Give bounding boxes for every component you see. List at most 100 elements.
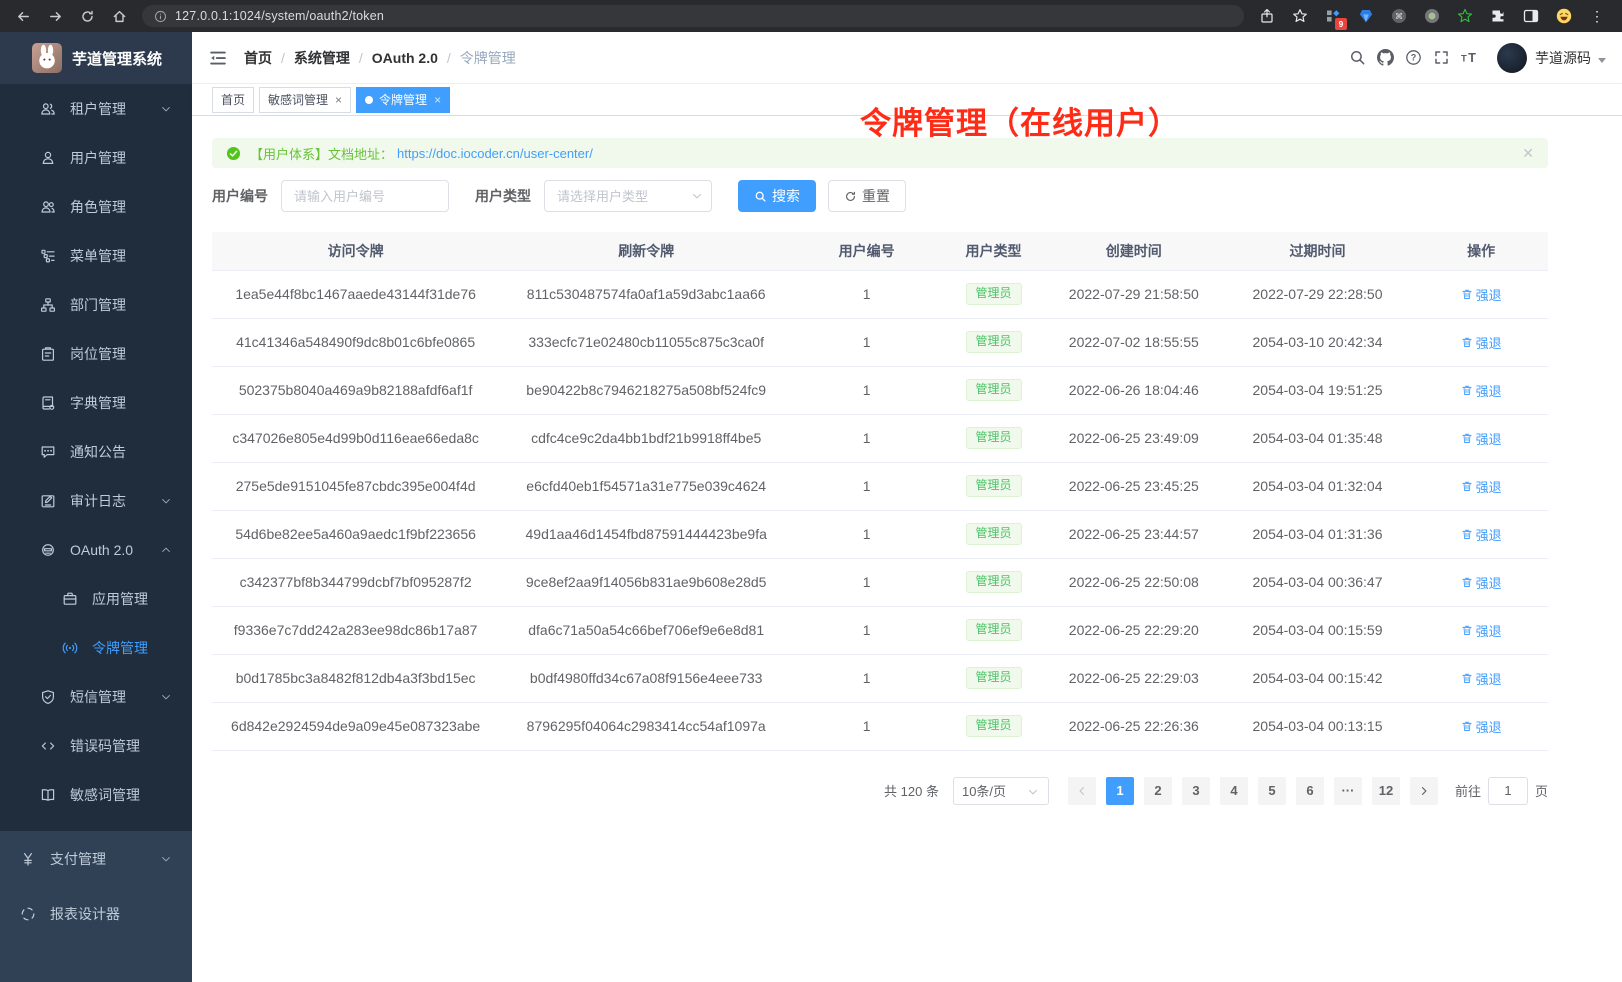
column-header: 访问令牌 (212, 232, 499, 270)
user-menu-caret-icon[interactable] (1598, 58, 1606, 63)
table-row: c342377bf8b344799dcbf7bf095287f29ce8ef2a… (212, 558, 1548, 606)
sidebar-item[interactable]: 敏感词管理 (0, 770, 192, 819)
force-logout-button[interactable]: 强退 (1461, 525, 1502, 544)
github-icon[interactable] (1371, 44, 1399, 72)
tab-item[interactable]: 首页 (212, 87, 254, 113)
extension-grid-icon[interactable]: 9 (1324, 7, 1342, 25)
sidebar-item-label: 应用管理 (92, 589, 148, 609)
table-row: 1ea5e44f8bc1467aaede43144f31de76811c5304… (212, 270, 1548, 318)
cell: c347026e805e4d99b0d116eae66eda8c (212, 414, 499, 462)
sidebar-item[interactable]: 应用管理 (0, 574, 192, 623)
breadcrumb-separator: / (281, 50, 285, 66)
breadcrumb-item[interactable]: OAuth 2.0 (372, 50, 438, 66)
reset-button[interactable]: 重置 (828, 180, 906, 212)
address-bar[interactable]: 127.0.0.1:1024/system/oauth2/token (142, 5, 1244, 27)
browser-menu-icon[interactable]: ⋮ (1588, 7, 1606, 25)
hamburger-icon[interactable] (208, 48, 228, 68)
sidebar-item[interactable]: 短信管理 (0, 672, 192, 721)
fullscreen-icon[interactable] (1427, 44, 1455, 72)
page-button[interactable]: 2 (1144, 777, 1172, 805)
force-logout-button[interactable]: 强退 (1461, 477, 1502, 496)
breadcrumb-item[interactable]: 首页 (244, 48, 272, 68)
cell-time: 2022-06-25 22:29:03 (1047, 654, 1221, 702)
cell-user-type: 管理员 (940, 414, 1047, 462)
sidebar-item[interactable]: OAuth 2.0 (0, 525, 192, 574)
tab-item[interactable]: 敏感词管理× (259, 87, 351, 113)
extensions-puzzle-icon[interactable] (1489, 7, 1507, 25)
cell-user-type: 管理员 (940, 510, 1047, 558)
alert-close-icon[interactable]: ✕ (1522, 145, 1534, 162)
force-logout-button[interactable]: 强退 (1461, 333, 1502, 352)
user-avatar[interactable] (1497, 43, 1527, 73)
sidebar-item-label: 报表设计器 (50, 904, 120, 924)
star-extension-icon[interactable] (1456, 7, 1474, 25)
page-size-select[interactable]: 10条/页 (953, 777, 1049, 805)
force-logout-button[interactable]: 强退 (1461, 573, 1502, 592)
sidebar-item[interactable]: 租户管理 (0, 84, 192, 133)
site-info-icon[interactable] (154, 10, 167, 23)
user-type-select[interactable] (544, 180, 712, 212)
page-button[interactable]: 5 (1258, 777, 1286, 805)
page-ellipsis[interactable]: ··· (1334, 777, 1362, 805)
force-logout-button[interactable]: 强退 (1461, 717, 1502, 736)
page-button[interactable]: 1 (1106, 777, 1134, 805)
force-logout-button[interactable]: 强退 (1461, 429, 1502, 448)
app-logo[interactable]: 芋道管理系统 (0, 32, 192, 84)
next-page-button[interactable] (1410, 777, 1438, 805)
sidebar-item[interactable]: 部门管理 (0, 280, 192, 329)
browser-home-icon[interactable] (106, 3, 132, 29)
record-extension-icon[interactable] (1423, 7, 1441, 25)
side-panel-icon[interactable] (1522, 7, 1540, 25)
tab-close-icon[interactable]: × (335, 94, 342, 106)
page-button[interactable]: 12 (1372, 777, 1400, 805)
force-logout-button[interactable]: 强退 (1461, 621, 1502, 640)
browser-back-icon[interactable] (10, 3, 36, 29)
tab-close-icon[interactable]: × (434, 94, 441, 106)
sidebar-item[interactable]: 错误码管理 (0, 721, 192, 770)
page-button[interactable]: 6 (1296, 777, 1324, 805)
sidebar-item[interactable]: 审计日志 (0, 476, 192, 525)
force-logout-button[interactable]: 强退 (1461, 669, 1502, 688)
browser-reload-icon[interactable] (74, 3, 100, 29)
sidebar-item[interactable]: 支付管理 (0, 831, 192, 886)
tab-active[interactable]: 令牌管理× (356, 87, 450, 113)
browser-forward-icon[interactable] (42, 3, 68, 29)
sidebar-item[interactable]: 令牌管理 (0, 623, 192, 672)
cell: b0df4980ffd34c67a08f9156e4eee733 (499, 654, 793, 702)
cell-time: 2054-03-04 01:31:36 (1221, 510, 1415, 558)
user-id-input[interactable] (281, 180, 449, 212)
font-size-icon[interactable]: TT (1455, 44, 1483, 72)
sidebar-item-label: 部门管理 (70, 295, 126, 315)
sidebar-item[interactable]: 岗位管理 (0, 329, 192, 378)
sidebar-item[interactable]: 字典管理 (0, 378, 192, 427)
help-icon[interactable]: ? (1399, 44, 1427, 72)
alert-doc-link[interactable]: https://doc.iocoder.cn/user-center/ (397, 146, 593, 161)
search-icon[interactable] (1343, 44, 1371, 72)
page-button[interactable]: 3 (1182, 777, 1210, 805)
goto-page-input[interactable] (1488, 777, 1528, 805)
gem-extension-icon[interactable] (1357, 7, 1375, 25)
sidebar-item[interactable]: 通知公告 (0, 427, 192, 476)
reset-button-label: 重置 (862, 186, 890, 206)
column-header: 用户编号 (793, 232, 940, 270)
share-icon[interactable] (1258, 7, 1276, 25)
page-button[interactable]: 4 (1220, 777, 1248, 805)
cell-actions: 强退 (1414, 558, 1548, 606)
cell: 1 (793, 318, 940, 366)
cell: 275e5de9151045fe87cbdc395e004f4d (212, 462, 499, 510)
force-logout-button[interactable]: 强退 (1461, 381, 1502, 400)
bookmark-star-icon[interactable] (1291, 7, 1309, 25)
command-extension-icon[interactable]: ⌘ (1390, 7, 1408, 25)
breadcrumb-item[interactable]: 系统管理 (294, 48, 350, 68)
profile-avatar-icon[interactable] (1555, 7, 1573, 25)
user-type-select-input[interactable] (544, 180, 712, 212)
cell-user-type: 管理员 (940, 270, 1047, 318)
username[interactable]: 芋道源码 (1535, 48, 1591, 68)
sidebar-item[interactable]: 菜单管理 (0, 231, 192, 280)
sidebar-item[interactable]: 角色管理 (0, 182, 192, 231)
search-button[interactable]: 搜索 (738, 180, 816, 212)
prev-page-button[interactable] (1068, 777, 1096, 805)
sidebar-item[interactable]: 报表设计器 (0, 886, 192, 941)
sidebar-item[interactable]: 用户管理 (0, 133, 192, 182)
force-logout-button[interactable]: 强退 (1461, 285, 1502, 304)
